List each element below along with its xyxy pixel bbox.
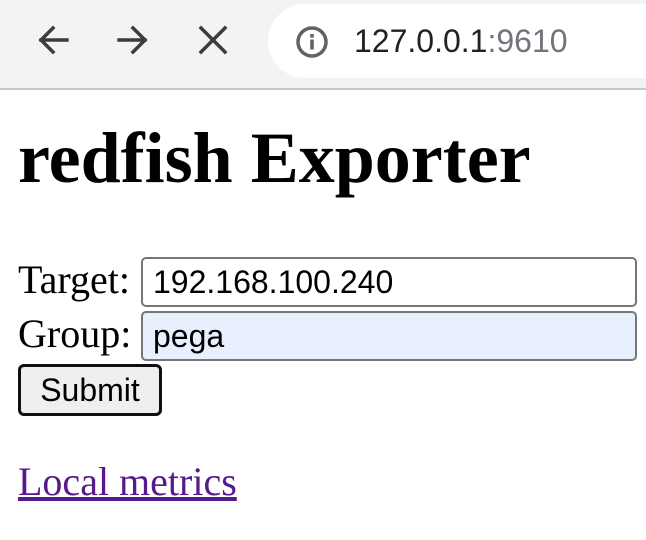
forward-button[interactable] — [110, 17, 156, 63]
arrow-right-icon — [117, 25, 148, 55]
stop-button[interactable] — [190, 17, 236, 63]
page-title: redfish Exporter — [18, 118, 531, 198]
url-text[interactable]: 127.0.0.1:9610 — [354, 21, 568, 61]
group-label: Group: — [18, 311, 132, 356]
back-button[interactable] — [30, 17, 76, 63]
url-port: :9610 — [487, 23, 568, 59]
group-input[interactable] — [141, 311, 637, 361]
target-label: Target: — [18, 257, 130, 302]
target-input[interactable] — [141, 257, 637, 307]
url-host: 127.0.0.1 — [354, 23, 488, 59]
browser-toolbar: 127.0.0.1:9610 — [0, 0, 646, 90]
address-bar[interactable]: 127.0.0.1:9610 — [268, 4, 646, 78]
close-icon — [198, 25, 228, 55]
page-content: redfish Exporter Target: Group: Submit L… — [0, 90, 646, 540]
submit-button[interactable]: Submit — [18, 364, 162, 416]
local-metrics-link[interactable]: Local metrics — [18, 460, 237, 504]
arrow-left-icon — [38, 25, 69, 55]
info-icon[interactable] — [294, 24, 330, 60]
